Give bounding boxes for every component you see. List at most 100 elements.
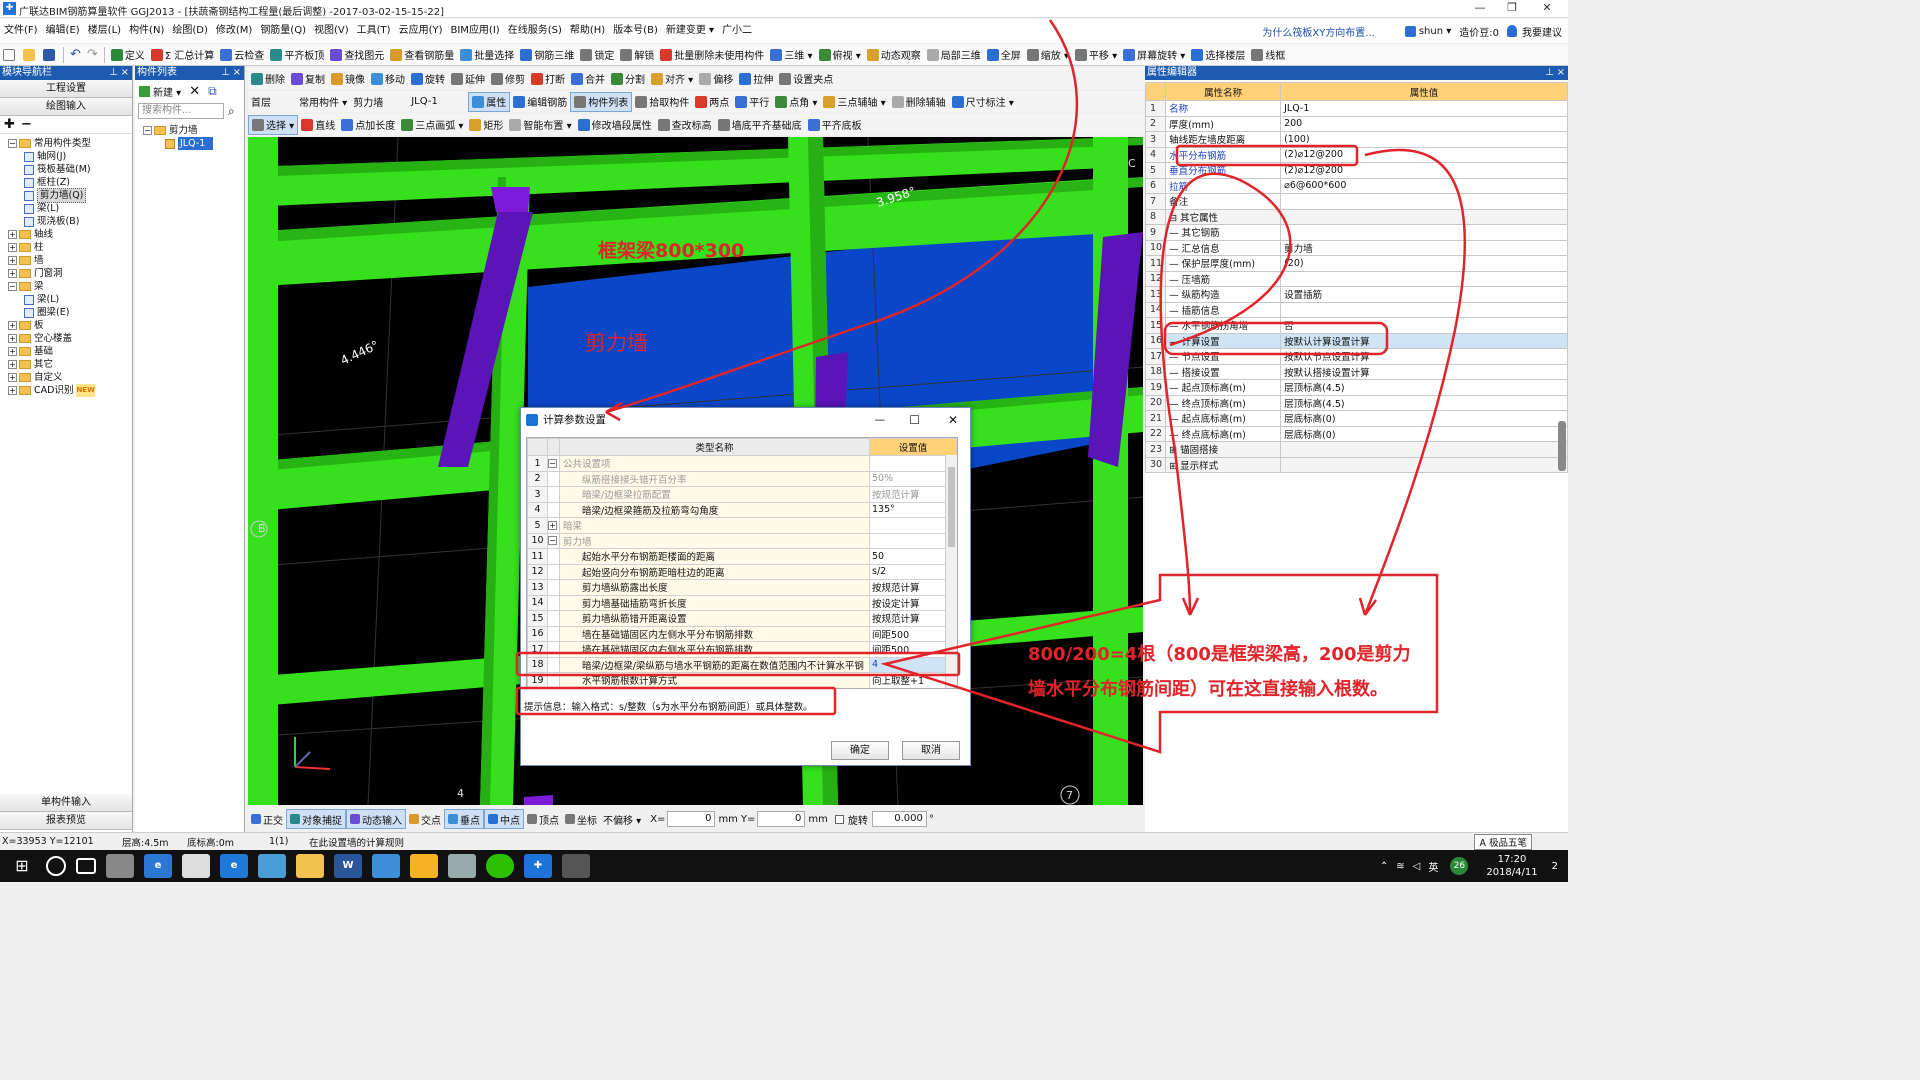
expand-toggle[interactable]: +: [8, 269, 17, 278]
property-value[interactable]: [1280, 301, 1568, 318]
property-value[interactable]: 否: [1280, 317, 1568, 334]
setting-row[interactable]: 1− 公共设置项: [527, 455, 957, 472]
wall-tool-button[interactable]: 墙底平齐基础底: [715, 115, 805, 135]
setting-row[interactable]: 4 暗梁/边框梁箍筋及拉筋弯勾角度 135°: [527, 501, 957, 518]
setting-row[interactable]: 16 墙在基础锚固区内左侧水平分布钢筋排数 间距500: [527, 625, 957, 642]
property-row[interactable]: 6 拉筋 ⌀6@600*600: [1144, 177, 1568, 194]
property-value[interactable]: 按默认搭接设置计算: [1280, 363, 1568, 380]
property-row[interactable]: 4 水平分布钢筋 (2)⌀12@200: [1144, 146, 1568, 163]
expand-toggle[interactable]: +: [8, 230, 17, 239]
copy-icon[interactable]: ⧉: [208, 84, 217, 99]
rotate-checkbox[interactable]: [834, 814, 844, 824]
setting-row[interactable]: 19 水平钢筋根数计算方式 向上取整+1: [527, 672, 957, 688]
nav-tree-item[interactable]: − 常用构件类型: [8, 137, 132, 150]
menu-item[interactable]: 钢筋量(Q): [256, 19, 310, 43]
task-view-icon[interactable]: [76, 858, 96, 874]
category-select[interactable]: 常用构件 ▾: [296, 92, 350, 112]
edit-tool-button[interactable]: 设置夹点: [776, 69, 836, 89]
edit-tool-button[interactable]: 移动: [368, 69, 408, 89]
property-value[interactable]: 200: [1280, 115, 1568, 132]
edit-tool-button[interactable]: 分割: [608, 69, 648, 89]
pin-icon[interactable]: ⊥: [109, 66, 118, 80]
menu-item[interactable]: 广小二: [718, 19, 756, 43]
toolbar-button[interactable]: 选择楼层: [1188, 45, 1248, 65]
wifi-icon[interactable]: ≋: [1396, 861, 1404, 872]
app-pinwheel-icon[interactable]: [106, 854, 134, 878]
property-value[interactable]: 层底标高(0): [1280, 425, 1568, 442]
expand-toggle[interactable]: −: [548, 458, 557, 468]
wall-tool-button[interactable]: 矩形: [466, 115, 506, 135]
dialog-scrollbar[interactable]: [945, 455, 957, 688]
nav-tree-item[interactable]: + 门窗洞: [8, 267, 132, 280]
open-file-icon[interactable]: [20, 45, 40, 65]
toolbar-button[interactable]: 动态观察: [864, 45, 924, 65]
property-value[interactable]: 按默认计算设置计算: [1280, 332, 1568, 349]
snap-toggle[interactable]: 交点: [406, 809, 444, 829]
store-icon[interactable]: [182, 854, 210, 878]
type-select[interactable]: 剪力墙: [350, 92, 408, 112]
nav-tree-item[interactable]: 筏板基础(M): [8, 163, 132, 176]
calculator-icon[interactable]: [562, 854, 590, 878]
edit-tool-button[interactable]: 合并: [568, 69, 608, 89]
property-row[interactable]: 23 ⊞ 锚固搭接: [1144, 441, 1568, 458]
toolbar-button[interactable]: 全屏: [984, 45, 1024, 65]
property-value[interactable]: [1280, 441, 1568, 458]
property-value[interactable]: 层顶标高(4.5): [1280, 379, 1568, 396]
edit-tool-button[interactable]: 延伸: [448, 69, 488, 89]
report-preview-button[interactable]: 报表预览: [0, 812, 132, 830]
project-settings-button[interactable]: 工程设置: [0, 80, 132, 98]
expand-toggle[interactable]: +: [548, 520, 557, 530]
component-search-input[interactable]: 搜索构件...: [138, 103, 224, 119]
draw-tool-button[interactable]: 构件列表: [570, 91, 633, 112]
nav-tree-item[interactable]: + 空心楼盖: [8, 332, 132, 345]
collapse-toggle[interactable]: −: [143, 126, 152, 135]
edit-tool-button[interactable]: 修剪: [488, 69, 528, 89]
property-value[interactable]: [1280, 224, 1568, 241]
glodon-app-icon[interactable]: ✚: [524, 854, 552, 878]
setting-row[interactable]: 17 墙在基础锚固区内右侧水平分布钢筋排数 间距500: [527, 641, 957, 658]
wall-tool-button[interactable]: 智能布置 ▾: [506, 115, 574, 135]
property-row[interactable]: 8 ⊟ 其它属性: [1144, 208, 1568, 225]
nav-tree-item[interactable]: + 轴线: [8, 228, 132, 241]
property-row[interactable]: 16— 计算设置 按默认计算设置计算: [1144, 332, 1568, 349]
notification-count[interactable]: 2: [1552, 861, 1558, 872]
property-value[interactable]: [1280, 456, 1568, 473]
menu-item[interactable]: 绘图(D): [168, 19, 212, 43]
property-row[interactable]: 7 备注: [1144, 193, 1568, 210]
setting-value[interactable]: 50: [869, 548, 957, 565]
expand-toggle[interactable]: +: [8, 386, 17, 395]
setting-value[interactable]: 4: [869, 656, 957, 673]
toolbar-button[interactable]: 云检查: [217, 45, 267, 65]
toolbar-button[interactable]: 缩放 ▾: [1024, 45, 1072, 65]
nav-tree-item[interactable]: 轴网(J): [8, 150, 132, 163]
wall-tool-button[interactable]: 直线: [298, 115, 338, 135]
setting-value[interactable]: 按规范计算: [869, 610, 957, 627]
toolbar-button[interactable]: 锁定: [577, 45, 617, 65]
property-value[interactable]: 层顶标高(4.5): [1280, 394, 1568, 411]
cancel-button[interactable]: 取消: [902, 741, 960, 760]
wall-tool-button[interactable]: 平齐底板: [805, 115, 865, 135]
close-button[interactable]: ✕: [1532, 1, 1562, 17]
snap-toggle[interactable]: 不偏移 ▾: [600, 809, 644, 829]
edge-icon[interactable]: e: [220, 854, 248, 878]
toolbar-button[interactable]: 屏幕旋转 ▾: [1120, 45, 1188, 65]
snap-toggle[interactable]: 对象捕捉: [286, 809, 346, 829]
toolbar-button[interactable]: 批量删除未使用构件: [657, 45, 767, 65]
expand-toggle[interactable]: +: [8, 373, 17, 382]
expand-toggle[interactable]: +: [8, 360, 17, 369]
x-offset-input[interactable]: 0: [667, 811, 716, 827]
property-value[interactable]: [1280, 193, 1568, 210]
setting-row[interactable]: 5 + 暗梁: [527, 517, 957, 534]
property-row[interactable]: 12— 压墙筋: [1144, 270, 1568, 287]
menu-item[interactable]: 云应用(Y): [395, 19, 447, 43]
draw-tool-button[interactable]: 删除辅轴: [889, 92, 949, 112]
property-row[interactable]: 10— 汇总信息 剪力墙: [1144, 239, 1568, 256]
toolbar-button[interactable]: 批量选择: [457, 45, 517, 65]
nav-tree-item[interactable]: + 基础: [8, 345, 132, 358]
menu-item[interactable]: 编辑(E): [42, 19, 84, 43]
menu-item[interactable]: 在线服务(S): [504, 19, 566, 43]
toolbar-button[interactable]: 平移 ▾: [1072, 45, 1120, 65]
edit-tool-button[interactable]: 偏移: [696, 69, 736, 89]
edit-tool-button[interactable]: 复制: [288, 69, 328, 89]
close-icon[interactable]: ×: [233, 66, 241, 80]
